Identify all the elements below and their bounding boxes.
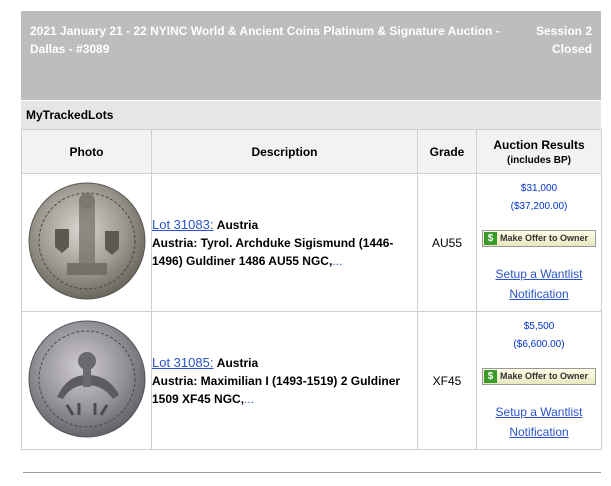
tracked-lots-table: Photo Description Grade Auction Results … [21, 129, 602, 450]
auction-title: 2021 January 21 - 22 NYINC World & Ancie… [30, 24, 500, 56]
lot-grade: XF45 [417, 311, 477, 450]
make-offer-button[interactable]: $ Make Offer to Owner [482, 230, 596, 247]
table-row: Lot 31083: Austria Austria: Tyrol. Archd… [21, 173, 602, 312]
lot-description: Austria: Tyrol. Archduke Sigismund (1446… [152, 235, 394, 268]
lot-price: $31,000 [520, 183, 558, 194]
lot-description: Austria: Maximilian I (1493-1519) 2 Guld… [152, 373, 401, 406]
make-offer-button[interactable]: $ Make Offer to Owner [482, 368, 596, 385]
lot-grade: AU55 [417, 173, 477, 312]
lot-result-cell: $31,000 ($37,200.00) $ Make Offer to Own… [476, 173, 602, 312]
table-header-row: Photo Description Grade Auction Results … [21, 129, 602, 174]
results-label: Auction Results [493, 137, 585, 152]
make-offer-label: Make Offer to Owner [500, 233, 589, 243]
auction-panel: 2021 January 21 - 22 NYINC World & Ancie… [21, 11, 602, 450]
coin-photo[interactable] [27, 319, 147, 439]
lot-country: Austria [216, 355, 259, 370]
session-label: Session 2 [535, 24, 592, 38]
table-row: Lot 31085: Austria Austria: Maximilian I… [21, 311, 602, 450]
lot-description-cell: Lot 31085: Austria Austria: Maximilian I… [151, 311, 418, 450]
lot-country: Austria [216, 217, 259, 232]
lot-link[interactable]: Lot 31083: [152, 217, 213, 232]
lot-more-link[interactable]: ... [332, 254, 342, 268]
footer-divider [23, 472, 601, 473]
lot-photo-cell [21, 173, 152, 312]
section-title: MyTrackedLots [21, 100, 601, 129]
dollar-icon: $ [484, 370, 497, 383]
column-header-grade: Grade [417, 129, 477, 174]
dollar-icon: $ [484, 232, 497, 245]
session-status: Session 2 Closed [536, 22, 592, 58]
column-header-description: Description [151, 129, 418, 174]
lot-price: $5,500 [523, 321, 555, 332]
lot-description-cell: Lot 31083: Austria Austria: Tyrol. Archd… [151, 173, 418, 312]
session-closed-label: Closed [551, 42, 592, 56]
lot-more-link[interactable]: ... [244, 392, 254, 406]
setup-wantlist-link[interactable]: Setup a Wantlist Notification [496, 405, 583, 439]
auction-header: 2021 January 21 - 22 NYINC World & Ancie… [21, 11, 601, 100]
lot-result-cell: $5,500 ($6,600.00) $ Make Offer to Owner… [476, 311, 602, 450]
column-header-results: Auction Results (includes BP) [476, 129, 602, 174]
coin-photo[interactable] [27, 181, 147, 301]
column-header-photo: Photo [21, 129, 152, 174]
lot-photo-cell [21, 311, 152, 450]
make-offer-label: Make Offer to Owner [500, 371, 589, 381]
lot-price-bp: ($6,600.00) [513, 339, 565, 350]
lot-price-bp: ($37,200.00) [510, 201, 568, 212]
setup-wantlist-link[interactable]: Setup a Wantlist Notification [496, 267, 583, 301]
lot-link[interactable]: Lot 31085: [152, 355, 213, 370]
results-sub-label: (includes BP) [507, 154, 571, 166]
